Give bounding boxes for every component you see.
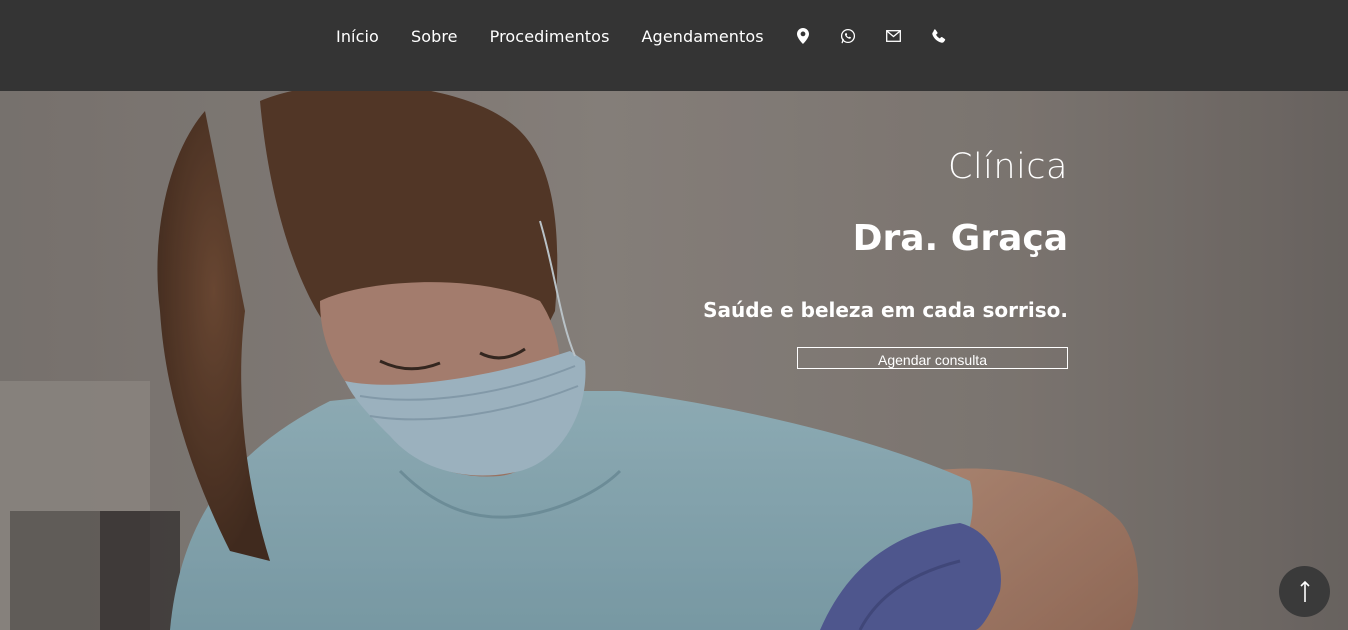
phone-icon[interactable] [930, 28, 946, 44]
nav-link-sobre[interactable]: Sobre [411, 27, 458, 46]
nav-link-agendamentos[interactable]: Agendamentos [642, 27, 764, 46]
hero-subtitle: Saúde e beleza em cada sorriso. [703, 298, 1068, 322]
hero-pretitle: Clínica [948, 147, 1068, 187]
location-pin-icon[interactable] [795, 28, 811, 44]
scroll-to-top-button[interactable] [1279, 566, 1330, 617]
navbar: Início Sobre Procedimentos Agendamentos [0, 0, 1348, 91]
whatsapp-icon[interactable] [840, 28, 856, 44]
nav-link-inicio[interactable]: Início [336, 27, 379, 46]
hero-title: Dra. Graça [852, 218, 1068, 259]
mail-icon[interactable] [885, 28, 901, 44]
main-nav: Início Sobre Procedimentos Agendamentos [336, 24, 764, 48]
arrow-up-icon [1299, 580, 1310, 602]
hero-section: Clínica Dra. Graça Saúde e beleza em cad… [0, 91, 1348, 630]
page: Início Sobre Procedimentos Agendamentos [0, 0, 1348, 630]
contact-icons [795, 26, 946, 46]
schedule-appointment-button[interactable]: Agendar consulta [797, 347, 1068, 369]
hero-overlay [0, 91, 1348, 630]
nav-link-procedimentos[interactable]: Procedimentos [490, 27, 610, 46]
